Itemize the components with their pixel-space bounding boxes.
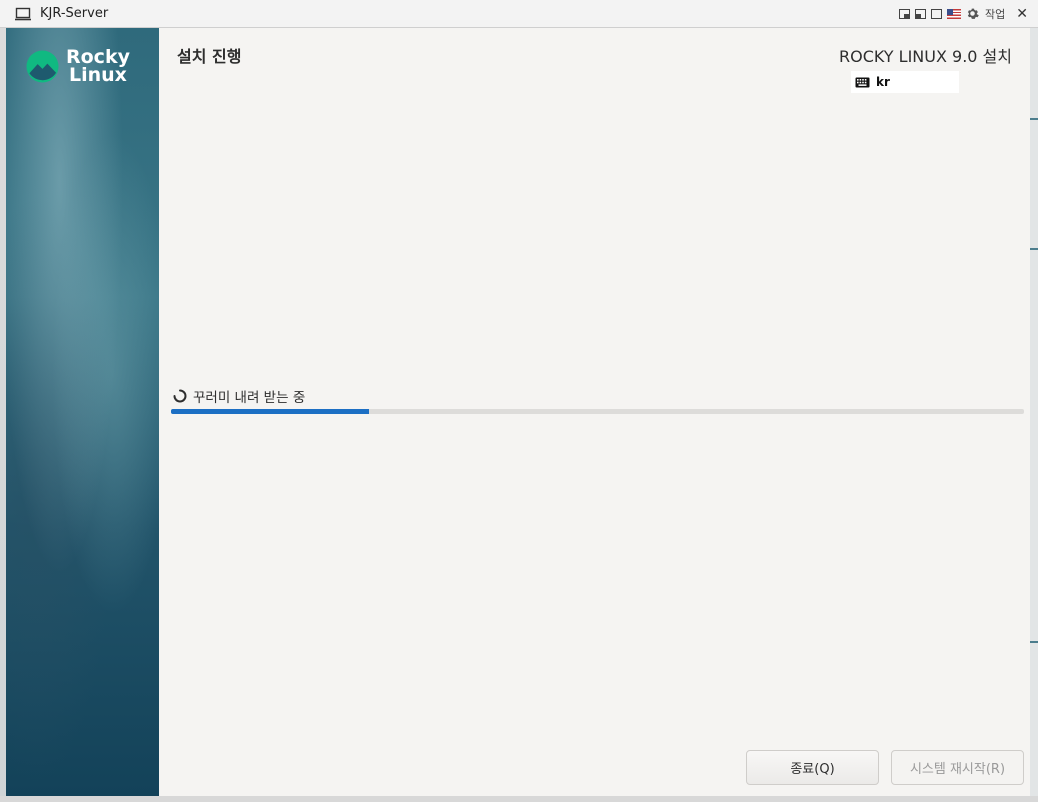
keyboard-icon	[855, 73, 870, 92]
window-controls: 작업 ✕	[899, 0, 1028, 28]
keyboard-layout-indicator[interactable]: kr	[851, 71, 959, 93]
background-desktop-bottom	[0, 796, 1038, 802]
logo-wordmark: Rocky Linux	[66, 48, 130, 86]
rocky-logo-icon	[26, 49, 59, 83]
window-title: KJR-Server	[40, 6, 109, 21]
restore-icon[interactable]	[899, 9, 911, 19]
computer-icon	[14, 7, 32, 21]
installer-window: Rocky Linux 설치 진행 ROCKY LINUX 9.0 설치 kr …	[6, 28, 1030, 796]
close-icon[interactable]: ✕	[1016, 6, 1028, 22]
progress-status: 꾸러미 내려 받는 중	[173, 386, 305, 406]
quit-button[interactable]: 종료(Q)	[746, 750, 879, 785]
progress-bar	[171, 409, 1024, 414]
progress-bar-fill	[171, 409, 369, 414]
status-text: 꾸러미 내려 받는 중	[193, 390, 306, 406]
tile-icon[interactable]	[915, 9, 927, 19]
gear-icon[interactable]	[966, 5, 979, 24]
sidebar-banner: Rocky Linux	[6, 28, 159, 796]
maximize-icon[interactable]	[931, 9, 943, 19]
product-title: ROCKY LINUX 9.0 설치	[839, 47, 1012, 66]
us-flag-icon[interactable]	[947, 9, 962, 19]
page-title: 설치 진행	[177, 47, 242, 66]
reboot-button[interactable]: 시스템 재시작(R)	[891, 750, 1024, 785]
keyboard-layout-label: kr	[876, 75, 890, 89]
window-titlebar: KJR-Server 작업 ✕	[0, 0, 1038, 28]
task-menu-label[interactable]: 작업	[985, 6, 1005, 22]
logo-line-2: Linux	[69, 64, 127, 86]
main-content: 설치 진행 ROCKY LINUX 9.0 설치 kr 꾸러미 내려 받는 중 …	[159, 28, 1030, 796]
spinner-icon	[173, 389, 187, 403]
rocky-linux-logo: Rocky Linux	[26, 48, 130, 86]
background-desktop-edge-right	[1030, 28, 1038, 802]
